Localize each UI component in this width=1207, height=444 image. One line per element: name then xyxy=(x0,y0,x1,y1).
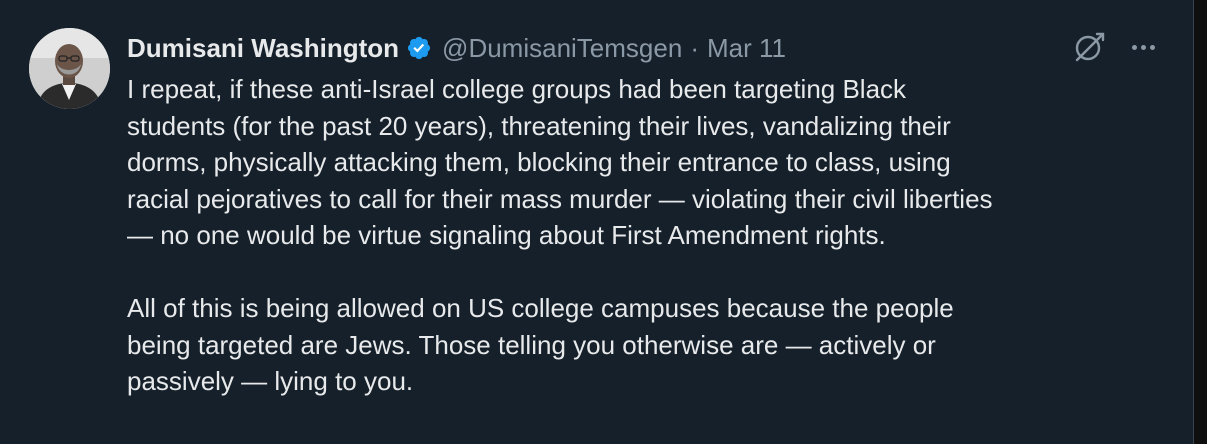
avatar[interactable] xyxy=(29,28,110,109)
grok-icon[interactable] xyxy=(1072,30,1106,64)
tweet-card: Dumisani Washington @DumisaniTemsgen · M… xyxy=(0,0,1194,444)
more-options-icon[interactable] xyxy=(1123,30,1163,64)
verified-badge-icon[interactable] xyxy=(406,35,432,61)
tweet-text: I repeat, if these anti-Israel college g… xyxy=(127,71,1177,400)
more-dot xyxy=(1131,44,1137,50)
author-handle[interactable]: @DumisaniTemsgen xyxy=(442,33,682,64)
author-name[interactable]: Dumisani Washington xyxy=(127,33,399,64)
tweet-date[interactable]: Mar 11 xyxy=(707,33,786,64)
more-dot xyxy=(1149,44,1155,50)
tweet-paragraph: All of this is being allowed on US colle… xyxy=(127,293,954,396)
tweet-paragraph: I repeat, if these anti-Israel college g… xyxy=(127,74,993,250)
separator-dot: · xyxy=(690,32,699,63)
more-dot xyxy=(1140,44,1146,50)
tweet-header: Dumisani Washington @DumisaniTemsgen · M… xyxy=(127,28,786,68)
profile-photo-icon xyxy=(29,28,110,109)
